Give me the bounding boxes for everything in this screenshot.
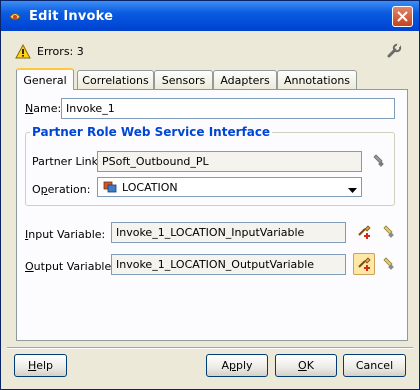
flashlight-icon[interactable] <box>368 151 388 171</box>
errors-indicator[interactable]: Errors: 3 <box>15 44 84 59</box>
apply-button-label: Apply <box>221 359 253 372</box>
tab-annotations[interactable]: Annotations <box>277 70 357 89</box>
create-variable-icon[interactable] <box>353 253 375 275</box>
oracle-jdeveloper-icon <box>7 8 23 24</box>
create-variable-icon[interactable] <box>354 222 374 242</box>
tab-label: Correlations <box>82 73 149 87</box>
cancel-button[interactable]: Cancel <box>343 354 406 377</box>
partner-link-label: Partner Link: <box>32 155 102 168</box>
dialog-title: Edit Invoke <box>29 8 114 24</box>
close-button[interactable] <box>392 6 413 27</box>
edit-invoke-dialog: Edit Invoke Errors: 3 General Correlatio… <box>0 0 420 390</box>
tab-label: Annotations <box>283 73 351 87</box>
operation-dropdown[interactable]: LOCATION <box>97 177 362 197</box>
errors-label: Errors: 3 <box>37 45 84 58</box>
flashlight-icon[interactable] <box>378 222 398 242</box>
cancel-button-label: Cancel <box>355 359 394 372</box>
ok-button[interactable]: OK <box>275 354 337 377</box>
tab-label: Adapters <box>220 73 270 87</box>
output-variable-field[interactable]: Invoke_1_LOCATION_OutputVariable <box>111 254 346 275</box>
partner-link-field[interactable]: PSoft_Outbound_PL <box>97 151 362 172</box>
tab-sensors[interactable]: Sensors <box>154 70 213 89</box>
footer-separator <box>7 347 413 349</box>
tab-label: General <box>23 73 67 87</box>
flashlight-icon[interactable] <box>378 254 398 274</box>
partner-role-group-title: Partner Role Web Service Interface <box>30 125 273 139</box>
apply-button[interactable]: Apply <box>206 354 268 377</box>
tab-label: Sensors <box>161 73 206 87</box>
input-variable-label: Input Variable: <box>25 228 106 241</box>
operation-value: LOCATION <box>122 180 178 194</box>
help-button[interactable]: Help <box>14 354 67 377</box>
help-button-label: Help <box>27 359 54 372</box>
name-label: Name: <box>25 102 62 115</box>
operation-label: Operation: <box>32 183 91 196</box>
tab-adapters[interactable]: Adapters <box>213 70 277 89</box>
warning-icon <box>15 44 31 59</box>
output-variable-label: Output Variable: <box>25 260 115 273</box>
tab-general[interactable]: General <box>16 68 74 90</box>
input-variable-field[interactable]: Invoke_1_LOCATION_InputVariable <box>111 222 346 243</box>
ok-button-label: OK <box>298 359 314 372</box>
chevron-down-icon <box>348 184 357 197</box>
wrench-icon[interactable] <box>385 42 403 63</box>
operation-icon <box>103 181 117 193</box>
close-icon <box>397 11 408 22</box>
tab-correlations[interactable]: Correlations <box>77 70 154 89</box>
title-bar[interactable]: Edit Invoke <box>1 1 419 31</box>
name-field[interactable]: Invoke_1 <box>61 98 395 119</box>
